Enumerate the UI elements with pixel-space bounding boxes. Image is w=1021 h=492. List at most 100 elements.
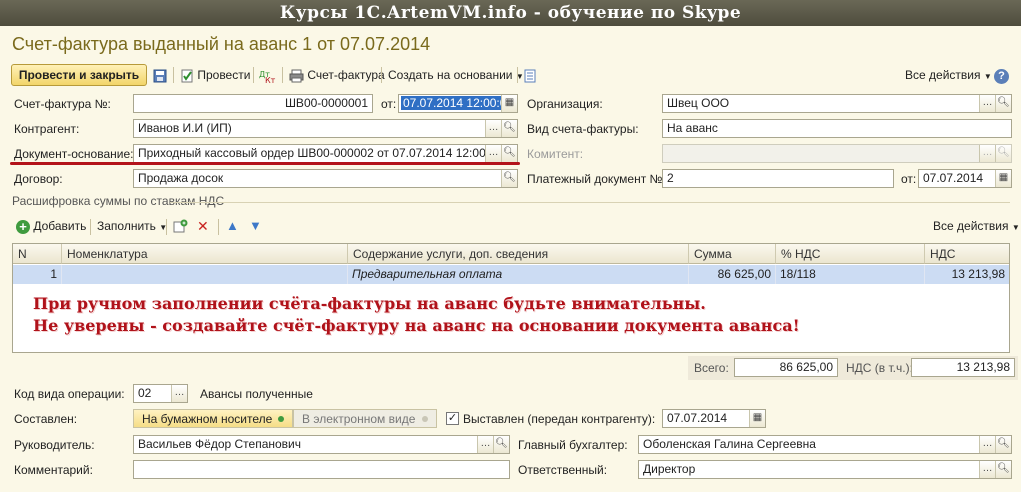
save-icon [153, 69, 167, 83]
base-document-field[interactable]: Приходный кассовый ордер ШВ00-000002 от … [133, 144, 518, 163]
search-icon[interactable]: 🔍︎ [493, 436, 509, 453]
chief-accountant-field[interactable]: Оболенская Галина Сергеевна … 🔍︎ [638, 435, 1012, 454]
table-cell-n[interactable]: 1 [13, 265, 62, 284]
responsible-label: Ответственный: [518, 463, 608, 477]
search-icon[interactable]: 🔍︎ [501, 120, 517, 137]
add-row-button[interactable]: + Добавить [16, 216, 86, 236]
chief-accountant-value: Оболенская Галина Сергеевна [643, 437, 816, 451]
banner: Курсы 1С.ArtemVM.info - обучение по Skyp… [0, 0, 1021, 26]
ellipsis-icon[interactable]: … [485, 145, 501, 162]
table-cell-vat-rate[interactable]: 18/118 [776, 265, 925, 284]
comment-field[interactable] [133, 460, 510, 479]
table-all-actions-label: Все действия [933, 219, 1009, 233]
search-icon[interactable]: 🔍︎ [501, 145, 517, 162]
column-header-vat[interactable]: НДС [925, 244, 1009, 264]
move-up-button[interactable]: ▲ [226, 216, 239, 236]
ellipsis-icon[interactable]: … [171, 385, 187, 402]
electronic-radio[interactable]: В электронном виде [293, 409, 437, 428]
fill-label: Заполнить [97, 219, 156, 233]
help-icon: ? [994, 69, 1009, 84]
head-field[interactable]: Васильев Фёдор Степанович … 🔍︎ [133, 435, 510, 454]
help-button[interactable]: ? [994, 65, 1009, 85]
column-header-nomenclature[interactable]: Номенклатура [62, 244, 348, 264]
payment-date-label: от: [901, 172, 917, 186]
organization-field[interactable]: Швец ООО … 🔍︎ [662, 94, 1012, 113]
invoice-date-field[interactable]: 07.07.2014 12:00:00 ▦ [398, 94, 518, 113]
create-based-label: Создать на основании [388, 68, 513, 82]
copy-add-icon [173, 219, 188, 233]
counterparty-field[interactable]: Иванов И.И (ИП) … 🔍︎ [133, 119, 518, 138]
head-value: Васильев Фёдор Степанович [138, 437, 302, 451]
invoice-date-value: 07.07.2014 12:00:00 [401, 96, 516, 110]
section-divider [170, 202, 1010, 203]
post-and-close-button[interactable]: Провести и закрыть [11, 64, 147, 86]
operation-code-field[interactable]: 02 … [133, 384, 188, 403]
paper-radio[interactable]: На бумажном носителе [133, 409, 293, 428]
red-underline-annotation [10, 162, 520, 165]
search-icon[interactable]: 🔍︎ [995, 461, 1011, 478]
chevron-down-icon: ▼ [1011, 223, 1020, 232]
search-icon[interactable]: 🔍︎ [995, 436, 1011, 453]
column-header-n[interactable]: N [13, 244, 62, 264]
paper-radio-label: На бумажном носителе [142, 412, 273, 426]
ellipsis-icon[interactable]: … [485, 120, 501, 137]
vat-table: N Номенклатура Содержание услуги, доп. с… [12, 243, 1010, 353]
all-actions-button[interactable]: Все действия ▼ [905, 65, 992, 85]
operation-code-description: Авансы полученные [200, 387, 313, 401]
table-cell-sum[interactable]: 86 625,00 [689, 265, 776, 284]
invoice-type-field[interactable]: На аванс [662, 119, 1012, 138]
organization-value: Швец ООО [667, 96, 730, 110]
base-document-label: Документ-основание: [14, 147, 134, 161]
commissioner-field[interactable]: … 🔍︎ [662, 144, 1012, 163]
composed-label: Составлен: [14, 412, 78, 426]
move-down-button[interactable]: ▼ [249, 216, 262, 236]
dt-kt-button[interactable]: Дт Кт [259, 65, 277, 85]
warning-note-line-2: Не уверены - создавайте счёт-фактуру на … [33, 316, 800, 335]
fill-button[interactable]: Заполнить ▼ [97, 216, 167, 236]
contract-field[interactable]: Продажа досок 🔍︎ [133, 169, 518, 188]
table-cell-nomenclature[interactable] [62, 265, 348, 284]
column-header-sum[interactable]: Сумма [689, 244, 776, 264]
ellipsis-icon[interactable]: … [477, 436, 493, 453]
arrow-down-icon: ▼ [249, 218, 262, 233]
save-button[interactable] [153, 65, 167, 85]
search-icon[interactable]: 🔍︎ [501, 170, 517, 187]
payment-date-field[interactable]: 07.07.2014 ▦ [918, 169, 1012, 188]
search-icon[interactable]: 🔍︎ [995, 95, 1011, 112]
counterparty-label: Контрагент: [14, 122, 80, 136]
calendar-icon[interactable]: ▦ [501, 95, 517, 112]
report-button[interactable] [524, 65, 536, 85]
head-label: Руководитель: [14, 438, 95, 452]
create-based-button[interactable]: Создать на основании ▼ [388, 65, 524, 85]
column-header-content[interactable]: Содержание услуги, доп. сведения [348, 244, 689, 264]
ellipsis-icon[interactable]: … [979, 145, 995, 162]
search-icon[interactable]: 🔍︎ [995, 145, 1011, 162]
post-icon [181, 69, 193, 83]
comment-label: Комментарий: [14, 463, 93, 477]
table-cell-content[interactable]: Предварительная оплата [348, 265, 689, 284]
responsible-field[interactable]: Директор … 🔍︎ [638, 460, 1012, 479]
calendar-icon[interactable]: ▦ [995, 170, 1011, 187]
copy-row-button[interactable] [173, 216, 188, 236]
table-cell-vat[interactable]: 13 213,98 [925, 265, 1009, 284]
invoice-number-field[interactable]: ШВ00-0000001 [133, 94, 373, 113]
invoice-print-button[interactable]: Счет-фактура [289, 65, 385, 85]
delete-row-button[interactable]: ✕ [197, 216, 209, 236]
report-icon [524, 69, 536, 83]
radio-off-icon [422, 416, 428, 422]
ellipsis-icon[interactable]: … [979, 436, 995, 453]
commissioner-label: Комитент: [527, 147, 584, 161]
issued-checkbox[interactable]: ✓ [446, 412, 459, 425]
dt-kt-icon: ДтКт [259, 70, 276, 83]
column-header-vat-rate[interactable]: % НДС [776, 244, 925, 264]
ellipsis-icon[interactable]: … [979, 95, 995, 112]
contract-value: Продажа досок [138, 171, 224, 185]
payment-document-field[interactable]: 2 [662, 169, 894, 188]
vat-total-label: НДС (в т.ч.): [846, 361, 913, 375]
issued-date-field[interactable]: 07.07.2014 ▦ [662, 409, 766, 428]
calendar-icon[interactable]: ▦ [749, 410, 765, 427]
issued-date-value: 07.07.2014 [667, 411, 728, 425]
ellipsis-icon[interactable]: … [979, 461, 995, 478]
post-button[interactable]: Провести [180, 65, 250, 85]
table-all-actions-button[interactable]: Все действия ▼ [933, 216, 1020, 236]
